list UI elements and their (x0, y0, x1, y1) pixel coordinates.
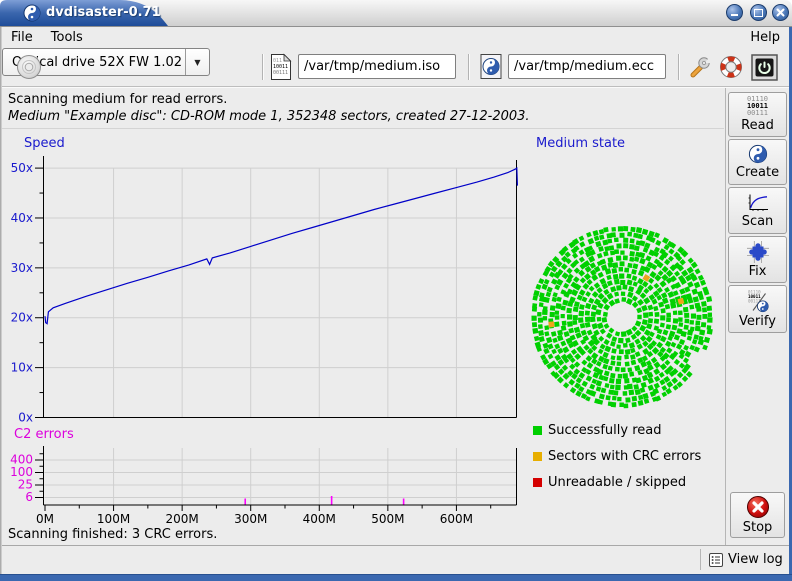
legend-swatch (533, 452, 542, 461)
toolbar-separator (678, 54, 679, 80)
svg-text:400: 400 (10, 453, 33, 467)
ecc-file-icon (479, 53, 503, 80)
wrench-icon (687, 54, 713, 80)
svg-text:20x: 20x (11, 311, 33, 325)
fix-puzzle-icon (747, 241, 769, 263)
legend-swatch (533, 426, 542, 435)
separator (2, 128, 724, 129)
window-border (0, 26, 2, 574)
close-icon (776, 8, 785, 17)
verify-button[interactable]: 01110 10011 00111 Verify (728, 285, 787, 333)
stop-button-label: Stop (743, 520, 773, 535)
svg-text:30x: 30x (11, 261, 33, 275)
legend-label: Successfully read (548, 423, 661, 438)
svg-text:500M: 500M (371, 512, 404, 526)
iso-path-input[interactable] (298, 54, 456, 79)
svg-text:0x: 0x (18, 411, 33, 425)
menubar: File Tools Help (2, 26, 789, 48)
quit-button[interactable] (749, 53, 779, 81)
svg-text:25: 25 (18, 478, 33, 492)
minimize-icon (731, 14, 738, 16)
legend-item: Unreadable / skipped (533, 475, 701, 489)
legend-item: Successfully read (533, 423, 701, 437)
svg-text:6: 6 (25, 490, 33, 504)
speed-and-c2-plot: 0x 10x 20x 30x 40x 50x 625100400 0M 100M 200M 300M… (0, 130, 530, 530)
window-title: dvdisaster-0.71 (46, 5, 161, 20)
svg-text:00111: 00111 (273, 70, 288, 76)
fix-button-label: Fix (749, 264, 767, 279)
svg-text:400M: 400M (303, 512, 336, 526)
statusbar-separator (2, 545, 789, 546)
preferences-button[interactable] (686, 53, 714, 81)
menu-file[interactable]: File (2, 28, 42, 47)
power-icon (751, 54, 778, 81)
lifebuoy-icon (718, 54, 744, 80)
legend-swatch (533, 478, 542, 487)
status-line-1: Scanning medium for read errors. (8, 92, 227, 107)
help-button[interactable] (717, 53, 745, 81)
view-log-label: View log (728, 552, 783, 567)
iso-image-file-icon: 011 10011 00111 (270, 53, 292, 81)
window-border (0, 574, 792, 581)
stop-button[interactable]: Stop (730, 492, 785, 538)
status-line-2: Medium "Example disc": CD-ROM mode 1, 35… (8, 109, 530, 124)
legend-label: Unreadable / skipped (548, 475, 686, 490)
disc-sector-map (528, 223, 718, 413)
separator (700, 549, 701, 570)
close-button[interactable] (772, 4, 789, 21)
medium-state-legend: Successfully read Sectors with CRC errors… (533, 423, 701, 501)
svg-text:100: 100 (10, 465, 33, 479)
svg-text:50x: 50x (11, 161, 33, 175)
read-binary-icon: 011101001100111 (747, 96, 768, 117)
create-button-label: Create (736, 165, 779, 180)
svg-text:10x: 10x (11, 361, 33, 375)
view-log-icon (708, 552, 724, 568)
minimize-button[interactable] (726, 4, 743, 21)
verify-button-label: Verify (739, 314, 776, 329)
stop-icon (746, 495, 770, 519)
create-yin-yang-icon (748, 144, 768, 164)
scan-button[interactable]: Scan (728, 187, 787, 234)
menu-help[interactable]: Help (741, 28, 789, 47)
verify-icon: 01110 10011 00111 (746, 289, 770, 313)
scan-result-text: Scanning finished: 3 CRC errors. (8, 527, 217, 542)
legend-item: Sectors with CRC errors (533, 449, 701, 463)
toolbar: Optical drive 52X FW 1.02 ▼ 011 10011 00… (2, 48, 789, 87)
crc-error-sector (548, 321, 554, 327)
read-button[interactable]: 011101001100111 Read (728, 92, 787, 137)
svg-text:40x: 40x (11, 211, 33, 225)
svg-text:300M: 300M (234, 512, 267, 526)
toolbar-separator (468, 54, 469, 80)
maximize-icon (754, 9, 763, 17)
view-log-button[interactable]: View log (708, 549, 783, 570)
menu-tools[interactable]: Tools (42, 28, 92, 47)
scan-curve-icon (746, 193, 770, 213)
read-button-label: Read (741, 118, 774, 133)
legend-label: Sectors with CRC errors (548, 449, 701, 464)
separator (725, 88, 726, 545)
svg-text:100M: 100M (97, 512, 130, 526)
scan-button-label: Scan (742, 214, 774, 229)
fix-button[interactable]: Fix (728, 236, 787, 283)
app-yin-yang-icon (23, 4, 41, 22)
dvdisaster-window: { "window": { "title": "dvdisaster-0.71"… (0, 0, 792, 581)
svg-text:600M: 600M (440, 512, 473, 526)
medium-state-title: Medium state (536, 136, 625, 151)
svg-text:0M: 0M (36, 512, 54, 526)
ecc-path-input[interactable] (508, 54, 666, 79)
create-button[interactable]: Create (728, 139, 787, 185)
cd-drive-icon (16, 54, 42, 80)
chevron-down-icon: ▼ (185, 49, 209, 75)
maximize-button[interactable] (750, 4, 767, 21)
toolbar-separator (262, 54, 263, 80)
svg-text:200M: 200M (166, 512, 199, 526)
